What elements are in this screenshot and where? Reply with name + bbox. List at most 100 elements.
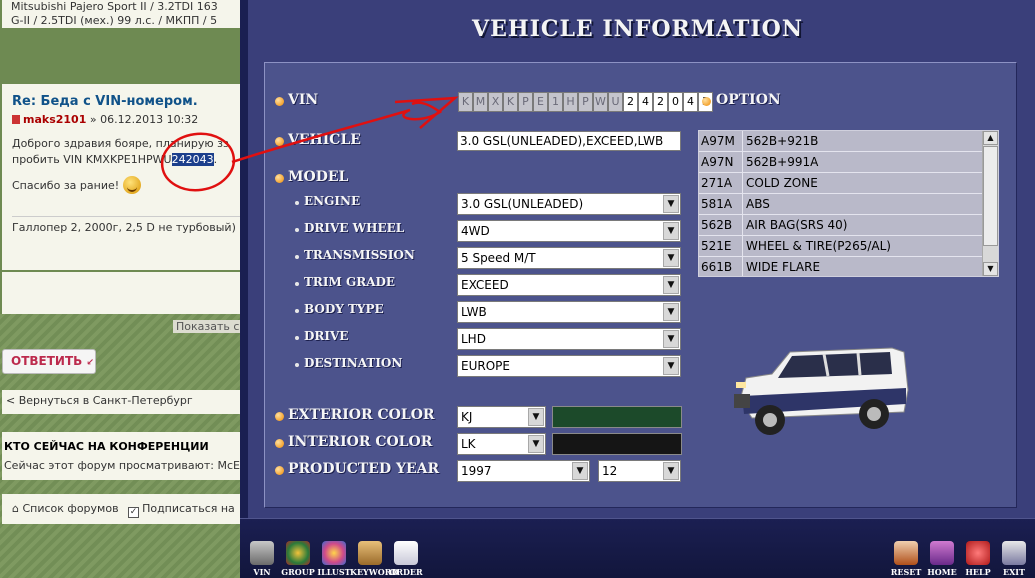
post-vin-text: пробить VIN KMXKPE1HPWU bbox=[12, 153, 172, 166]
vin-char-cell[interactable]: M bbox=[473, 92, 488, 112]
order-toolbar-label: ORDER bbox=[389, 567, 423, 577]
reply-button[interactable]: ОТВЕТИТЬ ↙ bbox=[2, 349, 96, 374]
vin-char-cell[interactable]: E bbox=[533, 92, 548, 112]
scroll-down-icon[interactable]: ▼ bbox=[983, 262, 998, 276]
forum-list-link[interactable]: Список форумов bbox=[22, 502, 118, 515]
chevron-down-icon[interactable]: ▼ bbox=[663, 357, 679, 375]
option-row[interactable]: A97N 562B+991A bbox=[699, 152, 998, 173]
chevron-down-icon[interactable]: ▼ bbox=[572, 462, 588, 480]
chevron-down-icon[interactable]: ▼ bbox=[528, 408, 544, 426]
vin-toolbar-button[interactable]: VIN bbox=[242, 541, 282, 577]
model-field-select[interactable]: EUROPE ▼ bbox=[457, 355, 681, 377]
subscribe-checkbox-icon[interactable]: ✓ bbox=[128, 507, 140, 518]
home-icon: ⌂ bbox=[12, 502, 19, 515]
post-icon bbox=[12, 115, 20, 124]
interior-color-swatch bbox=[552, 433, 682, 455]
chevron-down-icon[interactable]: ▼ bbox=[663, 330, 679, 348]
model-field-select[interactable]: EXCEED ▼ bbox=[457, 274, 681, 296]
vehicle-info-window: VEHICLE INFORMATION VIN KMXKPE1HPWU24204… bbox=[240, 0, 1035, 578]
vin-char-cell[interactable]: 2 bbox=[653, 92, 668, 112]
exterior-bullet-icon bbox=[275, 412, 284, 421]
chevron-down-icon[interactable]: ▼ bbox=[663, 462, 679, 480]
option-rows: A97M 562B+921B A97N 562B+991A 271A COLD ZONE 5… bbox=[699, 131, 998, 276]
model-field-value: 5 Speed M/T bbox=[461, 251, 536, 265]
vin-char-cell[interactable]: K bbox=[503, 92, 518, 112]
exterior-color-select[interactable]: KJ ▼ bbox=[457, 406, 546, 428]
option-row[interactable]: 271A COLD ZONE bbox=[699, 173, 998, 194]
post-title[interactable]: Re: Беда с VIN-номером. bbox=[12, 94, 240, 109]
reply-arrow-icon: ↙ bbox=[86, 358, 95, 368]
vin-char-cell[interactable]: K bbox=[458, 92, 473, 112]
option-row[interactable]: 661B WIDE FLARE bbox=[699, 257, 998, 276]
show-link[interactable]: Показать с bbox=[173, 320, 240, 333]
help-toolbar-button[interactable]: HELP bbox=[958, 541, 998, 577]
keyword-toolbar-button[interactable]: KEYWORD bbox=[350, 541, 398, 577]
vehicle-field[interactable]: 3.0 GSL(UNLEADED),EXCEED,LWB bbox=[457, 131, 681, 151]
option-divider bbox=[742, 257, 743, 276]
sub-bullet-icon bbox=[295, 255, 299, 259]
vin-char-cell[interactable]: U bbox=[608, 92, 623, 112]
produced-month-value: 12 bbox=[602, 464, 618, 478]
post-line-1: Доброго здравия бояре, планирую зз bbox=[12, 137, 229, 150]
vin-char-cell[interactable]: 4 bbox=[638, 92, 653, 112]
illust-toolbar-label: ILLUST bbox=[317, 567, 351, 577]
model-field-select[interactable]: 3.0 GSL(UNLEADED) ▼ bbox=[457, 193, 681, 215]
subscribe-link[interactable]: Подписаться на bbox=[142, 502, 235, 515]
option-list[interactable]: A97M 562B+921B A97N 562B+991A 271A COLD ZONE 5… bbox=[698, 130, 999, 277]
palette-icon bbox=[322, 541, 346, 565]
vin-input[interactable]: KMXKPE1HPWU242043 bbox=[458, 92, 713, 112]
option-divider bbox=[742, 194, 743, 214]
produced-year-value: 1997 bbox=[461, 464, 492, 478]
chevron-down-icon[interactable]: ▼ bbox=[663, 276, 679, 294]
smiley-icon bbox=[123, 176, 142, 194]
chevron-down-icon[interactable]: ▼ bbox=[528, 435, 544, 453]
illust-toolbar-button[interactable]: ILLUST bbox=[314, 541, 354, 577]
scroll-thumb[interactable] bbox=[983, 146, 998, 246]
order-toolbar-button[interactable]: ORDER bbox=[386, 541, 426, 577]
option-code: 562B bbox=[701, 218, 733, 232]
vin-char-cell[interactable]: 0 bbox=[668, 92, 683, 112]
vin-char-cell[interactable]: 1 bbox=[548, 92, 563, 112]
vin-char-cell[interactable]: W bbox=[593, 92, 608, 112]
produced-year-select[interactable]: 1997 ▼ bbox=[457, 460, 590, 482]
chevron-down-icon[interactable]: ▼ bbox=[663, 222, 679, 240]
vin-char-cell[interactable]: 4 bbox=[683, 92, 698, 112]
vin-char-cell[interactable]: P bbox=[578, 92, 593, 112]
vin-char-cell[interactable]: H bbox=[563, 92, 578, 112]
post-line-3: Спасибо за рание! bbox=[12, 176, 240, 194]
model-field-select[interactable]: 5 Speed M/T ▼ bbox=[457, 247, 681, 269]
chevron-down-icon[interactable]: ▼ bbox=[663, 195, 679, 213]
chevron-down-icon[interactable]: ▼ bbox=[663, 249, 679, 267]
model-field-select[interactable]: 4WD ▼ bbox=[457, 220, 681, 242]
back-link[interactable]: < Вернуться в Санкт-Петербург bbox=[2, 390, 240, 414]
group-toolbar-button[interactable]: GROUP bbox=[278, 541, 318, 577]
model-field-select[interactable]: LHD ▼ bbox=[457, 328, 681, 350]
option-row[interactable]: 581A ABS bbox=[699, 194, 998, 215]
page-title: VEHICLE INFORMATION bbox=[472, 16, 803, 42]
model-field-value: EXCEED bbox=[461, 278, 509, 292]
vin-char-cell[interactable]: 2 bbox=[623, 92, 638, 112]
scroll-up-icon[interactable]: ▲ bbox=[983, 131, 998, 145]
home-toolbar-button[interactable]: HOME bbox=[922, 541, 962, 577]
option-description: AIR BAG(SRS 40) bbox=[746, 218, 848, 232]
produced-month-select[interactable]: 12 ▼ bbox=[598, 460, 681, 482]
reset-toolbar-button[interactable]: RESET bbox=[886, 541, 926, 577]
option-bullet-icon bbox=[702, 97, 711, 106]
option-divider bbox=[742, 152, 743, 172]
option-scrollbar[interactable]: ▲ ▼ bbox=[982, 131, 998, 276]
post-author[interactable]: maks2101 bbox=[23, 113, 86, 126]
exit-toolbar-button[interactable]: EXIT bbox=[994, 541, 1034, 577]
vin-label: VIN bbox=[288, 92, 319, 108]
post-line-2: пробить VIN KMXKPE1HPWU242043. bbox=[12, 152, 240, 168]
vin-char-cell[interactable]: X bbox=[488, 92, 503, 112]
chevron-down-icon[interactable]: ▼ bbox=[663, 303, 679, 321]
interior-color-select[interactable]: LK ▼ bbox=[457, 433, 546, 455]
model-field-select[interactable]: LWB ▼ bbox=[457, 301, 681, 323]
help-toolbar-label: HELP bbox=[965, 567, 991, 577]
option-row[interactable]: A97M 562B+921B bbox=[699, 131, 998, 152]
option-code: 661B bbox=[701, 260, 733, 274]
option-row[interactable]: 562B AIR BAG(SRS 40) bbox=[699, 215, 998, 236]
vin-char-cell[interactable]: P bbox=[518, 92, 533, 112]
option-row[interactable]: 521E WHEEL & TIRE(P265/AL) bbox=[699, 236, 998, 257]
previous-post-signature: Mitsubishi Pajero Sport II / 3.2TDI 163 … bbox=[2, 0, 240, 28]
